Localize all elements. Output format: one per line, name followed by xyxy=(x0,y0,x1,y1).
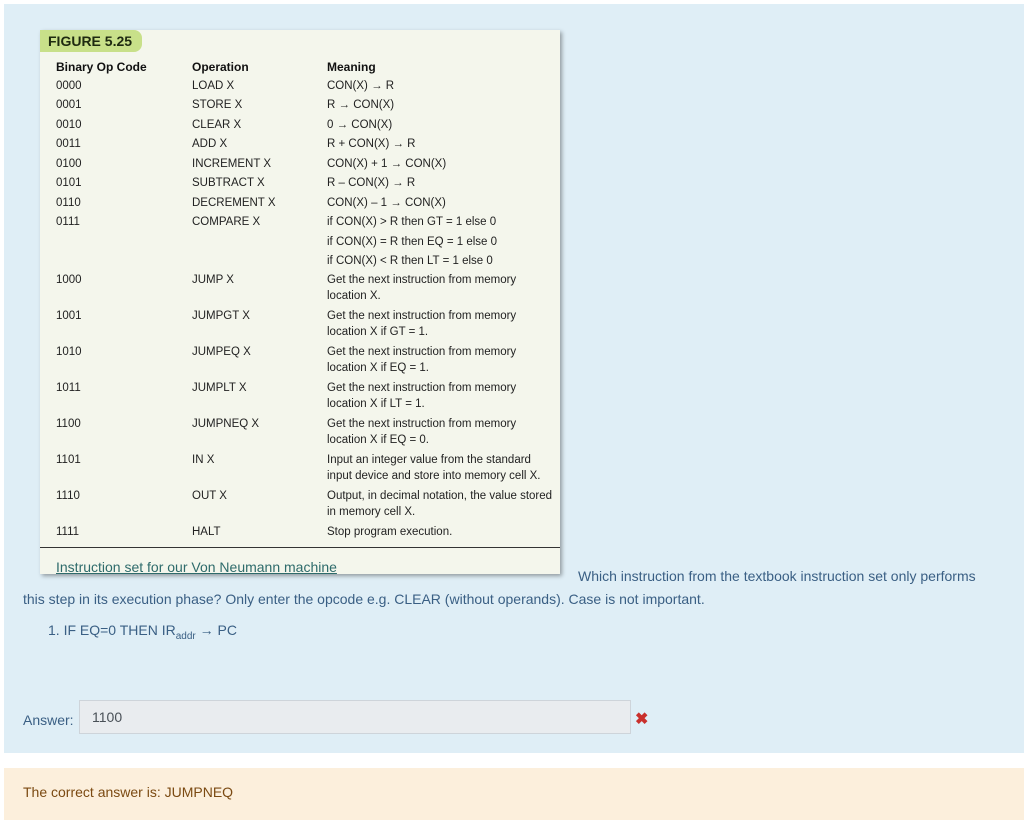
op-code: 1001 xyxy=(56,310,82,322)
header-meaning: Meaning xyxy=(327,60,376,74)
op-code: 0111 xyxy=(56,216,80,228)
op-code: 1011 xyxy=(56,382,81,394)
meaning: Stop program execution. xyxy=(327,526,453,538)
operation: DECREMENT X xyxy=(192,197,276,209)
operation: LOAD X xyxy=(192,80,235,92)
meaning: Input an integer value from the standard… xyxy=(327,454,541,482)
figure-caption: Instruction set for our Von Neumann mach… xyxy=(56,559,337,575)
operation: JUMPEQ X xyxy=(192,346,251,358)
question-text-line-2: this step in its execution phase? Only e… xyxy=(23,591,705,607)
question-text-line-1: Which instruction from the textbook inst… xyxy=(578,568,976,584)
meaning: 0 → CON(X) xyxy=(327,119,393,131)
operation: SUBTRACT X xyxy=(192,177,265,189)
meaning: if CON(X) < R then LT = 1 else 0 xyxy=(327,255,493,267)
answer-label: Answer: xyxy=(23,712,74,728)
operation: INCREMENT X xyxy=(192,158,272,170)
header-operation: Operation xyxy=(192,60,249,74)
answer-input[interactable] xyxy=(79,700,631,734)
op-code: 0001 xyxy=(56,99,82,111)
op-code: 1101 xyxy=(56,454,81,466)
execution-step: 1. IF EQ=0 THEN IRaddr → PC xyxy=(48,622,237,642)
op-code: 1000 xyxy=(56,274,82,286)
meaning: CON(X) + 1 → CON(X) xyxy=(327,158,447,170)
meaning: if CON(X) = R then EQ = 1 else 0 xyxy=(327,236,498,248)
meaning: R – CON(X) → R xyxy=(327,177,416,189)
step-prefix: 1. IF EQ=0 THEN IR xyxy=(48,622,176,638)
step-subscript: addr xyxy=(175,630,196,642)
question-panel: FIGURE 5.25 Binary Op Code Operation Mea… xyxy=(4,4,1024,753)
meaning: R → CON(X) xyxy=(327,99,395,111)
op-code: 0011 xyxy=(56,138,81,150)
operation: CLEAR X xyxy=(192,119,242,131)
figure-tag: FIGURE 5.25 xyxy=(40,30,143,52)
meaning: Get the next instruction from memory loc… xyxy=(327,346,517,374)
operation: ADD X xyxy=(192,138,228,150)
step-suffix: → PC xyxy=(195,622,237,638)
instruction-set-figure: FIGURE 5.25 Binary Op Code Operation Mea… xyxy=(40,30,560,575)
operation: JUMPGT X xyxy=(192,310,250,322)
op-code: 1110 xyxy=(56,490,80,502)
meaning: if CON(X) > R then GT = 1 else 0 xyxy=(327,216,497,228)
meaning: Get the next instruction from memory loc… xyxy=(327,310,517,338)
operation: COMPARE X xyxy=(192,216,261,228)
caption-divider xyxy=(40,547,560,548)
op-code: 0000 xyxy=(56,80,82,92)
operation: JUMPNEQ X xyxy=(192,418,260,430)
meaning: CON(X) – 1 → CON(X) xyxy=(327,197,446,209)
op-code: 1010 xyxy=(56,346,82,358)
op-code: 0010 xyxy=(56,119,82,131)
feedback-panel: The correct answer is: JUMPNEQ xyxy=(4,768,1024,820)
correct-answer-text: The correct answer is: JUMPNEQ xyxy=(23,784,234,800)
op-code: 1111 xyxy=(56,526,80,538)
op-code: 0101 xyxy=(56,177,82,189)
operation: JUMPLT X xyxy=(192,382,247,394)
meaning: Get the next instruction from memory loc… xyxy=(327,382,517,410)
operation: IN X xyxy=(192,454,215,466)
op-code: 0110 xyxy=(56,197,81,209)
cross-icon: ✖ xyxy=(635,711,649,728)
meaning: Get the next instruction from memory loc… xyxy=(327,274,517,302)
operation: HALT xyxy=(192,526,221,538)
operation: OUT X xyxy=(192,490,227,502)
op-code: 0100 xyxy=(56,158,82,170)
meaning: Output, in decimal notation, the value s… xyxy=(327,490,553,518)
meaning: R + CON(X) → R xyxy=(327,138,416,150)
operation: STORE X xyxy=(192,99,243,111)
meaning: Get the next instruction from memory loc… xyxy=(327,418,517,446)
op-code: 1100 xyxy=(56,418,81,430)
header-binary-op-code: Binary Op Code xyxy=(56,60,147,74)
meaning: CON(X) → R xyxy=(327,80,395,92)
operation: JUMP X xyxy=(192,274,234,286)
